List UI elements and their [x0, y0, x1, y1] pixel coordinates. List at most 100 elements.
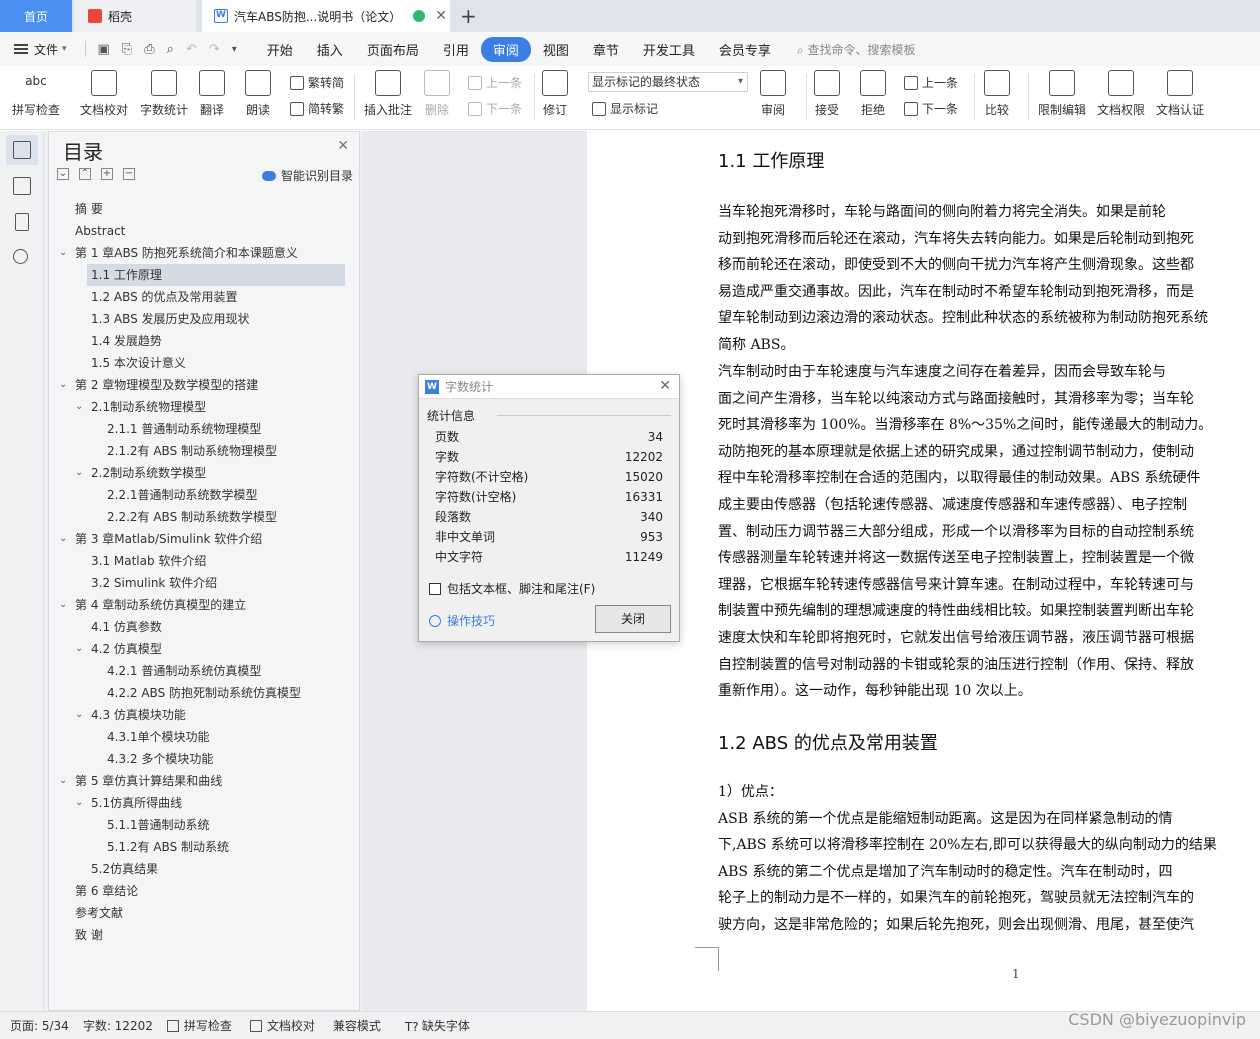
toc-item[interactable]: ⌄ 4.2 仿真模型 [49, 638, 359, 660]
next-change-button[interactable]: 下一条 [904, 100, 958, 117]
dialog-close-icon[interactable]: ✕ [659, 378, 671, 394]
restrict-edit-button[interactable]: 限制编辑 [1038, 70, 1086, 118]
reject-button[interactable]: 拒绝 [860, 70, 886, 118]
trad-to-simp-button[interactable]: 繁转简 [290, 74, 344, 91]
toc-item[interactable]: 致 谢 [49, 924, 359, 946]
add-level-icon[interactable]: + [101, 168, 113, 180]
chevron-down-icon[interactable]: ⌄ [75, 396, 83, 418]
read-aloud-button[interactable]: 朗读 [245, 70, 271, 118]
menu-member[interactable]: 会员专享 [707, 37, 783, 62]
chevron-down-icon[interactable]: ⌄ [75, 792, 83, 814]
section-icon[interactable] [13, 177, 31, 195]
menu-start[interactable]: 开始 [255, 37, 305, 62]
toc-item[interactable]: 4.3.1单个模块功能 [49, 726, 359, 748]
status-spell-check[interactable]: 拼写检查 [166, 1017, 232, 1034]
smart-toc-button[interactable]: 智能识别目录 [261, 167, 353, 184]
bookmark-icon[interactable] [15, 213, 29, 231]
tips-link[interactable]: 操作技巧 [429, 612, 495, 629]
include-footnotes-checkbox[interactable]: 包括文本框、脚注和尾注(F) [429, 580, 595, 597]
search-icon[interactable] [13, 249, 28, 264]
undo-icon[interactable]: ↶ [186, 42, 197, 57]
toc-item[interactable]: 4.2.2 ABS 防抱死制动系统仿真模型 [49, 682, 359, 704]
prev-change-button[interactable]: 上一条 [904, 74, 958, 91]
tab-document[interactable]: W 汽车ABS防抱...说明书（论文） ✕ [202, 0, 450, 32]
toc-item[interactable]: 2.2.2有 ABS 制动系统数学模型 [49, 506, 359, 528]
chevron-down-icon[interactable]: ⌄ [59, 594, 67, 616]
toc-item[interactable]: ⌄ 第 4 章制动系统仿真模型的建立 [49, 594, 359, 616]
toc-item[interactable]: ⌄ 2.2制动系统数学模型 [49, 462, 359, 484]
close-icon[interactable]: ✕ [337, 138, 349, 154]
delete-comment-button[interactable]: 删除 [424, 70, 450, 118]
review-pane-button[interactable]: 审阅 [760, 70, 786, 118]
menu-layout[interactable]: 页面布局 [355, 37, 431, 62]
status-compat-mode[interactable]: 兼容模式 [333, 1017, 381, 1034]
chevron-down-icon[interactable]: ⌄ [59, 528, 67, 550]
toc-icon[interactable] [13, 141, 31, 159]
toc-item[interactable]: 1.3 ABS 发展历史及应用现状 [49, 308, 359, 330]
toc-item[interactable]: 4.2.1 普通制动系统仿真模型 [49, 660, 359, 682]
toc-item[interactable]: 1.2 ABS 的优点及常用装置 [49, 286, 359, 308]
more-icon[interactable]: ▾ [232, 44, 237, 55]
toc-item[interactable]: 5.2仿真结果 [49, 858, 359, 880]
tab-close-icon[interactable]: ✕ [435, 8, 447, 24]
toc-item[interactable]: 第 6 章结论 [49, 880, 359, 902]
tab-daoke[interactable]: 稻壳 [74, 0, 196, 32]
collapse-all-icon[interactable]: ⌄ [57, 168, 69, 180]
toc-item[interactable]: ⌄ 第 5 章仿真计算结果和曲线 [49, 770, 359, 792]
prev-comment-button[interactable]: 上一条 [468, 74, 522, 91]
toc-item[interactable]: 1.4 发展趋势 [49, 330, 359, 352]
command-search[interactable]: ⌕ 查找命令、搜索模板 [797, 41, 916, 58]
toc-item[interactable]: 1.1 工作原理 [87, 264, 345, 286]
remove-level-icon[interactable]: − [123, 168, 135, 180]
toc-item[interactable]: 参考文献 [49, 902, 359, 924]
chevron-down-icon[interactable]: ⌄ [75, 704, 83, 726]
toc-item[interactable]: 2.1.2有 ABS 制动系统物理模型 [49, 440, 359, 462]
menu-view[interactable]: 视图 [531, 37, 581, 62]
chevron-down-icon[interactable]: ⌄ [75, 462, 83, 484]
status-doc-check[interactable]: 文档校对 [249, 1017, 315, 1034]
toc-item[interactable]: Abstract [49, 220, 359, 242]
toc-item[interactable]: 4.1 仿真参数 [49, 616, 359, 638]
compare-button[interactable]: 比较 [984, 70, 1010, 118]
status-word-count[interactable]: 字数: 12202 [83, 1017, 153, 1034]
markup-mode-select[interactable]: 显示标记的最终状态 [588, 72, 748, 92]
export-icon[interactable]: ⎘ [122, 42, 132, 57]
doc-check-button[interactable]: 文档校对 [80, 70, 128, 118]
document-page[interactable]: 1.1 工作原理 当车轮抱死滑移时，车轮与路面间的侧向附着力将完全消失。如果是前… [587, 131, 1260, 1011]
chevron-down-icon[interactable]: ⌄ [59, 770, 67, 792]
word-count-button[interactable]: 字数统计 [140, 70, 188, 118]
translate-button[interactable]: 翻译 [199, 70, 225, 118]
redo-icon[interactable]: ↷ [209, 42, 220, 57]
chevron-down-icon[interactable]: ⌄ [59, 242, 67, 264]
tab-home[interactable]: 首页 [0, 0, 72, 32]
menu-developer[interactable]: 开发工具 [631, 37, 707, 62]
menu-insert[interactable]: 插入 [305, 37, 355, 62]
track-changes-button[interactable]: 修订 [542, 70, 568, 118]
insert-comment-button[interactable]: 插入批注 [364, 70, 412, 118]
expand-all-icon[interactable]: ⌃ [79, 168, 91, 180]
close-button[interactable]: 关闭 [595, 605, 671, 633]
status-missing-font[interactable]: T? 缺失字体 [405, 1017, 470, 1034]
status-page[interactable]: 页面: 5/34 [10, 1017, 69, 1034]
show-markup-button[interactable]: 显示标记 [592, 100, 658, 117]
toc-item[interactable]: ⌄ 5.1仿真所得曲线 [49, 792, 359, 814]
simp-to-trad-button[interactable]: 简转繁 [290, 100, 344, 117]
toc-item[interactable]: ⌄ 第 3 章Matlab/Simulink 软件介绍 [49, 528, 359, 550]
menu-review[interactable]: 审阅 [480, 36, 531, 62]
toc-item[interactable]: 3.2 Simulink 软件介绍 [49, 572, 359, 594]
toc-item[interactable]: 摘 要 [49, 198, 359, 220]
chevron-down-icon[interactable]: ⌄ [75, 638, 83, 660]
spell-check-button[interactable]: abc 拼写检查 [12, 70, 60, 118]
print-icon[interactable]: ⎙ [144, 42, 154, 57]
doc-certify-button[interactable]: 文档认证 [1156, 70, 1204, 118]
toc-item[interactable]: 2.2.1普通制动系统数学模型 [49, 484, 359, 506]
chevron-down-icon[interactable]: ⌄ [59, 374, 67, 396]
toc-item[interactable]: 2.1.1 普通制动系统物理模型 [49, 418, 359, 440]
toc-item[interactable]: 4.3.2 多个模块功能 [49, 748, 359, 770]
save-icon[interactable]: ▣ [98, 42, 110, 57]
toc-item[interactable]: ⌄ 2.1制动系统物理模型 [49, 396, 359, 418]
menu-reference[interactable]: 引用 [431, 37, 481, 62]
toc-item[interactable]: 5.1.2有 ABS 制动系统 [49, 836, 359, 858]
toc-item[interactable]: ⌄ 第 2 章物理模型及数学模型的搭建 [49, 374, 359, 396]
toc-item[interactable]: 3.1 Matlab 软件介绍 [49, 550, 359, 572]
